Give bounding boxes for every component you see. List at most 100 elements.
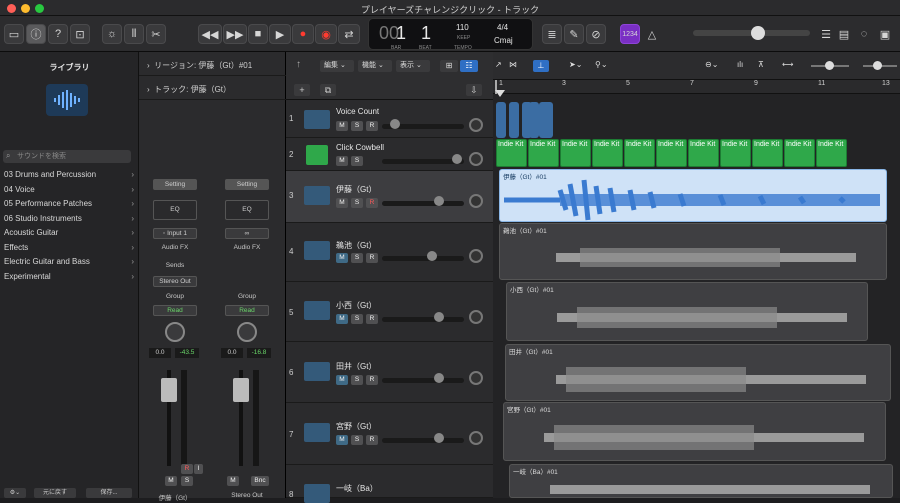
setting-button[interactable]: Setting xyxy=(153,179,197,190)
library-item-performance[interactable]: 05 Performance Patches › xyxy=(0,197,139,211)
track-row[interactable]: 8 一岐（Ba） xyxy=(286,465,493,503)
metronome-button[interactable]: △ xyxy=(642,24,662,44)
slider-knob[interactable] xyxy=(434,196,444,206)
solo-button[interactable]: S xyxy=(351,198,363,208)
solo-button[interactable]: S xyxy=(351,121,363,131)
record-enable-button[interactable]: R xyxy=(366,314,378,324)
slider-knob[interactable] xyxy=(452,154,462,164)
eq-button[interactable]: EQ xyxy=(153,200,197,220)
slider-knob[interactable] xyxy=(825,61,834,70)
solo-button[interactable]: S xyxy=(351,314,363,324)
eq-button-2[interactable]: EQ xyxy=(225,200,269,220)
pan-knob-2[interactable] xyxy=(237,322,257,342)
mute-button[interactable]: M xyxy=(336,435,348,445)
browser-button[interactable]: ⊘ xyxy=(586,24,606,44)
library-item-voice[interactable]: 04 Voice › xyxy=(0,183,139,197)
drummer-region[interactable]: Indie Kit xyxy=(784,139,815,167)
inspector-toggle-button[interactable]: ⓘ xyxy=(26,24,46,44)
browser-panel-button[interactable]: ▣ xyxy=(876,24,894,44)
drummer-region[interactable]: Indie Kit xyxy=(496,139,527,167)
notes-button[interactable]: ▤ xyxy=(836,24,852,44)
pan-knob[interactable] xyxy=(469,310,483,324)
toolbar-toggle-button[interactable]: ⊡ xyxy=(70,24,90,44)
bounce-button[interactable]: Bnc xyxy=(251,476,269,486)
secondary-tool-menu[interactable]: ⚲⌄ xyxy=(595,60,617,72)
record-enable-button[interactable]: R xyxy=(366,121,378,131)
library-action-button[interactable]: ⚙︎⌄ xyxy=(4,488,26,498)
drummer-region[interactable]: Indie Kit xyxy=(624,139,655,167)
lcd-display[interactable]: 00 1 1 BAR BEAT 110 KEEP TEMPO 4/4 Cmaj xyxy=(368,18,533,51)
region-inspector-row[interactable]: › リージョン: 伊藤（Gt）#01 xyxy=(139,56,286,76)
track-volume-slider[interactable] xyxy=(382,154,464,164)
fit-horizontal-button[interactable]: ⟷ xyxy=(782,60,796,72)
record-enable-button[interactable]: R xyxy=(366,375,378,385)
track-volume-slider[interactable] xyxy=(382,433,464,443)
audio-region[interactable] xyxy=(529,102,539,138)
list-view-button[interactable]: ☰ xyxy=(818,24,834,44)
rewind-button[interactable]: ◀◀ xyxy=(198,24,222,44)
mute-button[interactable]: M xyxy=(165,476,177,486)
flex-button[interactable]: ⋈ xyxy=(509,60,523,72)
slider-knob[interactable] xyxy=(434,312,444,322)
replace-record-button[interactable]: ◉ xyxy=(315,24,337,44)
library-item-electric-guitar[interactable]: Electric Guitar and Bass › xyxy=(0,255,139,269)
mute-button[interactable]: M xyxy=(336,375,348,385)
drummer-region[interactable]: Indie Kit xyxy=(592,139,623,167)
solo-button[interactable]: S xyxy=(351,375,363,385)
track-name[interactable]: 一岐（Ba） xyxy=(336,483,378,494)
library-item-studio[interactable]: 06 Studio Instruments › xyxy=(0,212,139,226)
record-enable-button[interactable]: R xyxy=(366,198,378,208)
track-name[interactable]: 伊藤（Gt） xyxy=(336,184,376,195)
volume-fader-cap[interactable] xyxy=(161,378,177,402)
count-in-button[interactable]: 1234 xyxy=(620,24,640,44)
library-item-effects[interactable]: Effects › xyxy=(0,241,139,255)
playhead[interactable] xyxy=(495,90,505,97)
track-volume-slider[interactable] xyxy=(382,196,464,206)
edit-menu[interactable]: 編集 ⌄ xyxy=(320,60,354,72)
mixer-button[interactable]: ⫴ xyxy=(124,24,144,44)
drummer-region[interactable]: Indie Kit xyxy=(688,139,719,167)
view-menu[interactable]: 表示 ⌄ xyxy=(396,60,430,72)
track-row[interactable]: 4 鵜池（Gt） M S R xyxy=(286,223,493,282)
snap-button[interactable]: ↗ xyxy=(495,60,509,72)
audio-region[interactable]: 田井（Gt）#01 xyxy=(505,344,891,401)
volume-fader-cap-2[interactable] xyxy=(233,378,249,402)
slider-knob[interactable] xyxy=(427,251,437,261)
editors-button[interactable]: ✂ xyxy=(146,24,166,44)
track-row[interactable]: 5 小西（Gt） M S R xyxy=(286,282,493,342)
automation-menu[interactable]: ⊖⌄ xyxy=(705,60,727,72)
record-button[interactable]: ● xyxy=(292,24,314,44)
track-name[interactable]: Voice Count xyxy=(336,107,379,116)
smart-controls-button[interactable]: ☼ xyxy=(102,24,122,44)
global-tracks-button[interactable]: ⇩ xyxy=(466,84,482,96)
track-row[interactable]: 7 宮野（Gt） M S R xyxy=(286,403,493,465)
library-toggle-button[interactable]: ▭ xyxy=(4,24,24,44)
slider-knob[interactable] xyxy=(434,373,444,383)
catch-playhead-button[interactable]: ⊥ xyxy=(533,60,549,72)
drummer-region[interactable]: Indie Kit xyxy=(656,139,687,167)
slider-knob[interactable] xyxy=(434,433,444,443)
input-button[interactable]: ◦ Input 1 xyxy=(153,228,197,239)
audio-region[interactable]: 小西（Gt）#01 xyxy=(506,282,868,341)
input-monitor-button[interactable]: I xyxy=(194,464,203,474)
pan-knob[interactable] xyxy=(469,371,483,385)
library-search-field[interactable]: ⌕ サウンドを検索 xyxy=(3,150,131,163)
drummer-region[interactable]: Indie Kit xyxy=(528,139,559,167)
master-volume-knob[interactable] xyxy=(751,26,765,40)
pan-knob[interactable] xyxy=(469,431,483,445)
save-button[interactable]: 保存... xyxy=(86,488,132,498)
track-name[interactable]: Click Cowbell xyxy=(336,143,384,152)
setting-button-2[interactable]: Setting xyxy=(225,179,269,190)
library-item-drums[interactable]: 03 Drums and Percussion › xyxy=(0,168,139,182)
list-view-toggle[interactable]: ☷ xyxy=(460,60,478,72)
pan-knob[interactable] xyxy=(469,249,483,263)
solo-button[interactable]: S xyxy=(351,253,363,263)
master-volume-slider[interactable] xyxy=(693,26,810,40)
vertical-zoom-slider[interactable] xyxy=(811,61,849,70)
duplicate-track-button[interactable]: ⧉ xyxy=(320,84,336,96)
audio-region[interactable]: 鵜池（Gt）#01 xyxy=(499,223,887,280)
audio-region-selected[interactable]: 伊藤（Gt）#01 xyxy=(499,169,887,222)
mute-button-2[interactable]: M xyxy=(227,476,239,486)
track-volume-slider[interactable] xyxy=(382,119,464,129)
mute-button[interactable]: M xyxy=(336,198,348,208)
